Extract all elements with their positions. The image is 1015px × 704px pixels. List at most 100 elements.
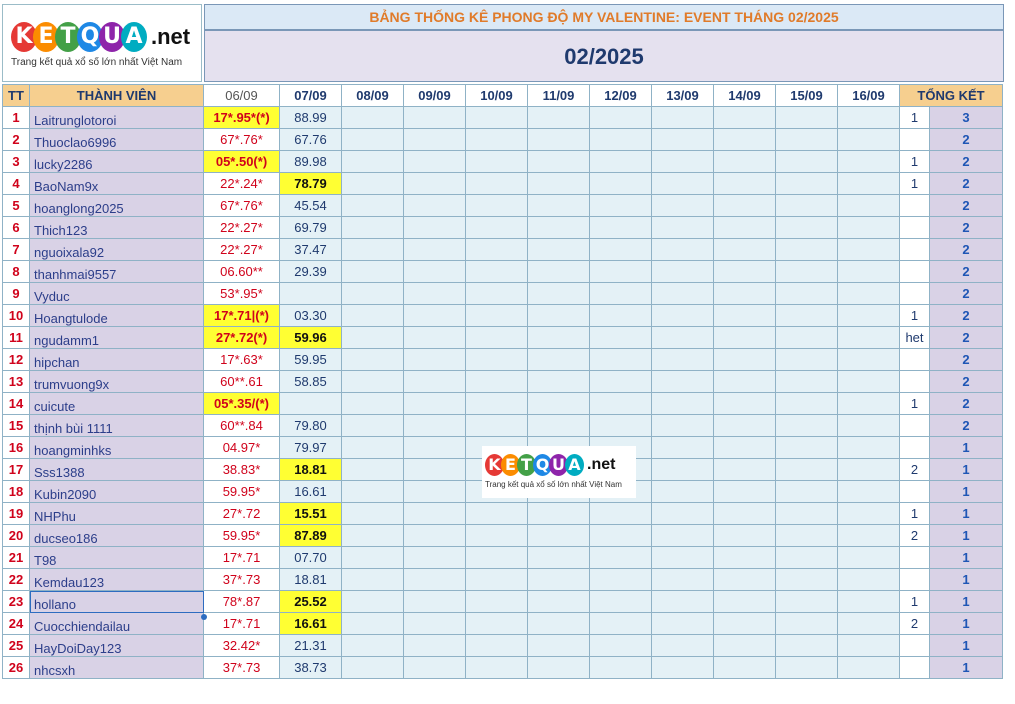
empty-date-cell[interactable] bbox=[589, 216, 652, 239]
member-name[interactable]: thịnh bùi 1111 bbox=[29, 414, 204, 437]
empty-date-cell[interactable] bbox=[465, 348, 528, 371]
empty-date-cell[interactable] bbox=[589, 150, 652, 173]
member-name[interactable]: trumvuong9x bbox=[29, 370, 204, 393]
empty-date-cell[interactable] bbox=[713, 502, 776, 525]
empty-date-cell[interactable] bbox=[465, 304, 528, 327]
hit-count-cell[interactable] bbox=[899, 436, 930, 459]
total-cell[interactable]: 1 bbox=[929, 436, 1003, 459]
total-cell[interactable]: 1 bbox=[929, 568, 1003, 591]
empty-date-cell[interactable] bbox=[465, 150, 528, 173]
empty-date-cell[interactable] bbox=[403, 348, 466, 371]
prediction-cell[interactable]: 25.52 bbox=[279, 590, 342, 613]
empty-date-cell[interactable] bbox=[403, 502, 466, 525]
prediction-cell[interactable]: 07.70 bbox=[279, 546, 342, 569]
row-number[interactable]: 11 bbox=[2, 326, 30, 349]
empty-date-cell[interactable] bbox=[589, 656, 652, 679]
empty-date-cell[interactable] bbox=[775, 436, 838, 459]
empty-date-cell[interactable] bbox=[341, 656, 404, 679]
empty-date-cell[interactable] bbox=[775, 480, 838, 503]
empty-date-cell[interactable] bbox=[651, 348, 714, 371]
row-number[interactable]: 6 bbox=[2, 216, 30, 239]
col-header-date[interactable]: 11/09 bbox=[527, 84, 590, 107]
empty-date-cell[interactable] bbox=[837, 568, 900, 591]
empty-date-cell[interactable] bbox=[403, 590, 466, 613]
empty-date-cell[interactable] bbox=[589, 194, 652, 217]
empty-date-cell[interactable] bbox=[403, 458, 466, 481]
empty-date-cell[interactable] bbox=[465, 612, 528, 635]
empty-date-cell[interactable] bbox=[403, 128, 466, 151]
row-number[interactable]: 23 bbox=[2, 590, 30, 613]
total-cell[interactable]: 1 bbox=[929, 546, 1003, 569]
empty-date-cell[interactable] bbox=[713, 590, 776, 613]
empty-date-cell[interactable] bbox=[651, 546, 714, 569]
empty-date-cell[interactable] bbox=[403, 414, 466, 437]
empty-date-cell[interactable] bbox=[775, 612, 838, 635]
row-number[interactable]: 18 bbox=[2, 480, 30, 503]
member-name[interactable]: hollano bbox=[29, 590, 204, 613]
empty-date-cell[interactable] bbox=[713, 106, 776, 129]
prediction-cell[interactable]: 18.81 bbox=[279, 458, 342, 481]
hit-count-cell[interactable]: het bbox=[899, 326, 930, 349]
row-number[interactable]: 7 bbox=[2, 238, 30, 261]
col-header-date[interactable]: 16/09 bbox=[837, 84, 900, 107]
empty-date-cell[interactable] bbox=[465, 546, 528, 569]
prediction-cell[interactable]: 22*.27* bbox=[203, 238, 280, 261]
empty-date-cell[interactable] bbox=[465, 524, 528, 547]
member-name[interactable]: Thich123 bbox=[29, 216, 204, 239]
col-header-date[interactable]: 14/09 bbox=[713, 84, 776, 107]
empty-date-cell[interactable] bbox=[527, 238, 590, 261]
empty-date-cell[interactable] bbox=[775, 568, 838, 591]
empty-date-cell[interactable] bbox=[403, 546, 466, 569]
empty-date-cell[interactable] bbox=[527, 656, 590, 679]
col-header-date[interactable]: 09/09 bbox=[403, 84, 466, 107]
prediction-cell[interactable]: 88.99 bbox=[279, 106, 342, 129]
empty-date-cell[interactable] bbox=[837, 260, 900, 283]
total-cell[interactable]: 1 bbox=[929, 502, 1003, 525]
member-name[interactable]: nguoixala92 bbox=[29, 238, 204, 261]
empty-date-cell[interactable] bbox=[465, 282, 528, 305]
member-name[interactable]: lucky2286 bbox=[29, 150, 204, 173]
empty-date-cell[interactable] bbox=[403, 260, 466, 283]
empty-date-cell[interactable] bbox=[403, 172, 466, 195]
empty-date-cell[interactable] bbox=[775, 370, 838, 393]
prediction-cell[interactable]: 03.30 bbox=[279, 304, 342, 327]
empty-date-cell[interactable] bbox=[837, 150, 900, 173]
total-cell[interactable]: 2 bbox=[929, 282, 1003, 305]
empty-date-cell[interactable] bbox=[341, 282, 404, 305]
row-number[interactable]: 17 bbox=[2, 458, 30, 481]
hit-count-cell[interactable] bbox=[899, 128, 930, 151]
empty-date-cell[interactable] bbox=[651, 106, 714, 129]
empty-date-cell[interactable] bbox=[651, 568, 714, 591]
col-header-date[interactable]: 06/09 bbox=[203, 84, 280, 107]
prediction-cell[interactable]: 38.83* bbox=[203, 458, 280, 481]
prediction-cell[interactable]: 06.60** bbox=[203, 260, 280, 283]
row-number[interactable]: 5 bbox=[2, 194, 30, 217]
empty-date-cell[interactable] bbox=[651, 590, 714, 613]
hit-count-cell[interactable]: 1 bbox=[899, 150, 930, 173]
total-cell[interactable]: 2 bbox=[929, 370, 1003, 393]
empty-date-cell[interactable] bbox=[713, 546, 776, 569]
empty-date-cell[interactable] bbox=[527, 326, 590, 349]
empty-date-cell[interactable] bbox=[527, 612, 590, 635]
empty-date-cell[interactable] bbox=[837, 172, 900, 195]
empty-date-cell[interactable] bbox=[527, 282, 590, 305]
col-header-date[interactable]: 07/09 bbox=[279, 84, 342, 107]
empty-date-cell[interactable] bbox=[527, 260, 590, 283]
empty-date-cell[interactable] bbox=[465, 370, 528, 393]
member-name[interactable]: NHPhu bbox=[29, 502, 204, 525]
empty-date-cell[interactable] bbox=[589, 128, 652, 151]
empty-date-cell[interactable] bbox=[341, 502, 404, 525]
empty-date-cell[interactable] bbox=[403, 656, 466, 679]
prediction-cell[interactable]: 37.47 bbox=[279, 238, 342, 261]
member-name[interactable]: Cuocchiendailau bbox=[29, 612, 204, 635]
empty-date-cell[interactable] bbox=[837, 304, 900, 327]
col-header-tt[interactable]: TT bbox=[2, 84, 30, 107]
empty-date-cell[interactable] bbox=[651, 282, 714, 305]
empty-date-cell[interactable] bbox=[465, 590, 528, 613]
empty-date-cell[interactable] bbox=[465, 656, 528, 679]
total-cell[interactable]: 2 bbox=[929, 326, 1003, 349]
empty-date-cell[interactable] bbox=[341, 414, 404, 437]
empty-date-cell[interactable] bbox=[527, 392, 590, 415]
empty-date-cell[interactable] bbox=[713, 260, 776, 283]
hit-count-cell[interactable] bbox=[899, 568, 930, 591]
